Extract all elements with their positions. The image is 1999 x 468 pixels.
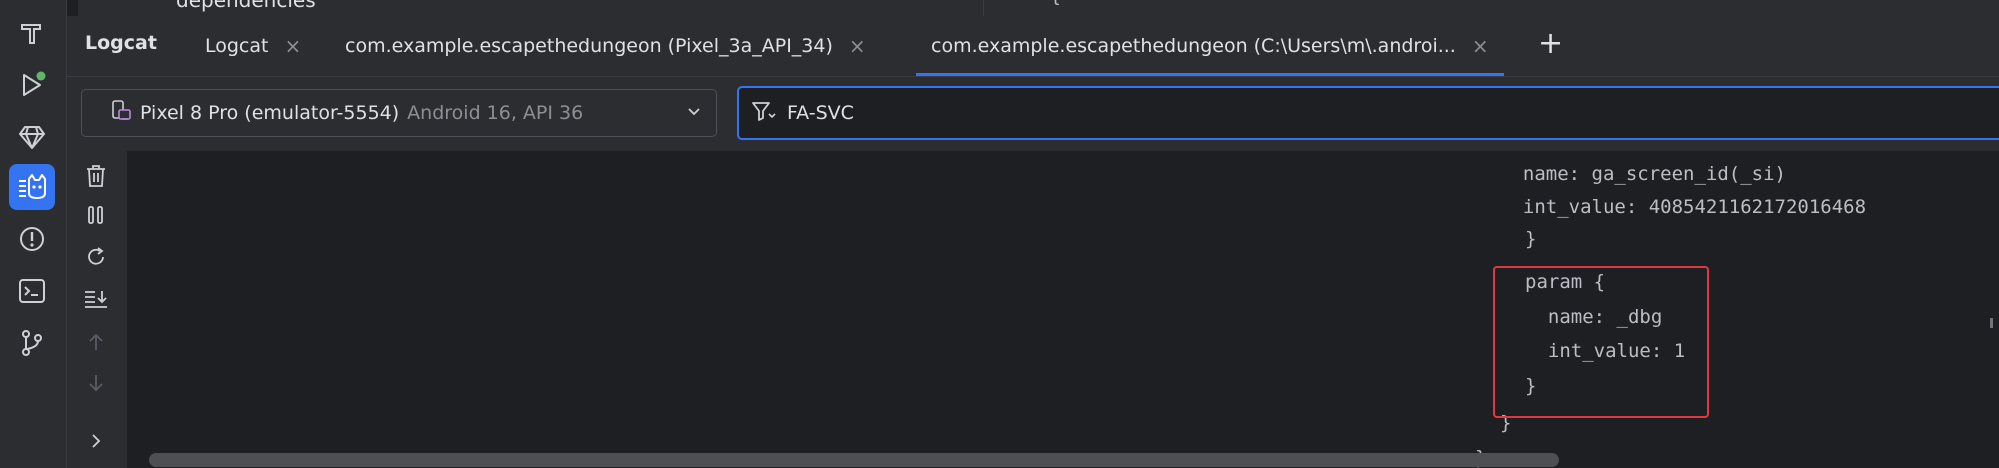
filter-icon[interactable]: [751, 100, 777, 127]
device-details: Android 16, API 36: [407, 102, 584, 124]
scroll-to-end-icon[interactable]: [82, 284, 110, 312]
git-icon[interactable]: [9, 320, 55, 366]
gem-icon[interactable]: [9, 114, 55, 160]
tab-pixel-3a[interactable]: com.example.escapethedungeon (Pixel_3a_A…: [345, 16, 866, 76]
tool-window-strip: [0, 0, 67, 468]
device-icon: [110, 99, 132, 127]
previous-panel-remnant: dependencies {: [78, 0, 1999, 17]
filter-input[interactable]: FA-SVC: [737, 86, 1999, 140]
logcat-tabs-bar: Logcat Logcat × com.example.escapethedun…: [67, 16, 1999, 77]
logcat-toolbar: Pixel 8 Pro (emulator-5554) Android 16, …: [67, 77, 1999, 151]
log-line: int_value: 4085421162172016468: [1500, 196, 1867, 218]
code-brace: {: [1050, 0, 1061, 7]
add-tab-button[interactable]: +: [1538, 26, 1563, 61]
tab-label: com.example.escapethedungeon (Pixel_3a_A…: [345, 35, 833, 57]
problems-icon[interactable]: [9, 216, 55, 262]
tab-label: Logcat: [205, 35, 269, 57]
filter-query[interactable]: FA-SVC: [787, 102, 854, 124]
logcat-icon[interactable]: [9, 164, 55, 210]
log-line: name: ga_screen_id(_si): [1500, 163, 1786, 185]
device-selector[interactable]: Pixel 8 Pro (emulator-5554) Android 16, …: [81, 89, 717, 137]
tab-label: com.example.escapethedungeon (C:\Users\m…: [931, 35, 1456, 57]
trash-icon[interactable]: [82, 162, 110, 190]
logcat-side-toolbar: [67, 151, 127, 468]
close-icon[interactable]: ×: [1472, 34, 1489, 58]
dependencies-label: dependencies: [176, 0, 316, 12]
highlight-box: [1493, 266, 1709, 418]
chevron-down-icon: [686, 102, 702, 124]
down-arrow-icon[interactable]: [82, 369, 110, 397]
up-arrow-icon[interactable]: [82, 328, 110, 356]
close-icon[interactable]: ×: [849, 34, 866, 58]
restart-icon[interactable]: [82, 243, 110, 271]
log-line: }: [1525, 228, 1537, 250]
divider: [983, 0, 984, 16]
terminal-icon[interactable]: [9, 268, 55, 314]
build-icon[interactable]: [9, 10, 55, 56]
device-name: Pixel 8 Pro (emulator-5554): [140, 102, 400, 124]
close-icon[interactable]: ×: [284, 34, 301, 58]
log-output[interactable]: name: ga_screen_id(_si) int_value: 40854…: [127, 151, 1999, 468]
expand-icon[interactable]: [82, 427, 110, 455]
panel-title: Logcat: [85, 32, 157, 54]
tab-active-session[interactable]: com.example.escapethedungeon (C:\Users\m…: [916, 16, 1504, 76]
tab-logcat[interactable]: Logcat ×: [205, 16, 301, 76]
horizontal-scrollbar[interactable]: [149, 453, 1559, 467]
pause-icon[interactable]: [82, 201, 110, 229]
run-icon[interactable]: [9, 62, 55, 108]
scroll-indicator: [1990, 318, 1993, 328]
